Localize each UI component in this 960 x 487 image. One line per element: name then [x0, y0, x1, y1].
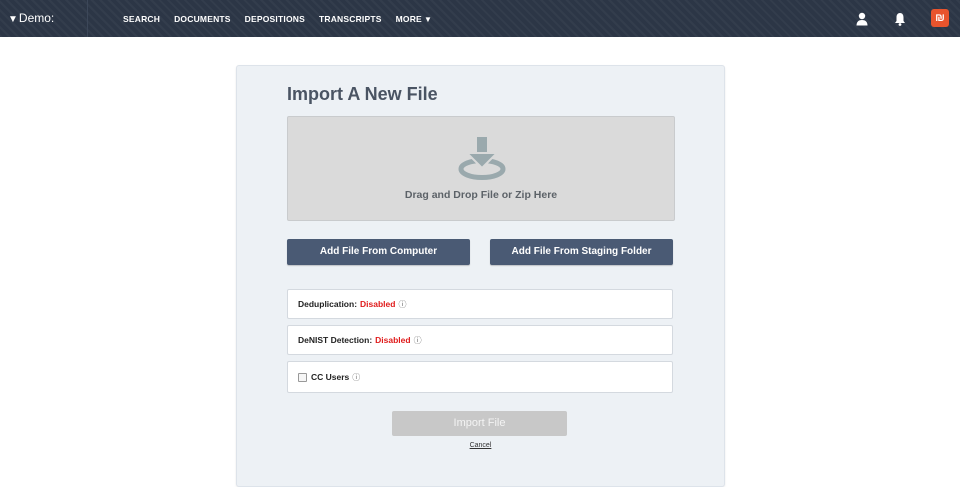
- download-tray-icon: [458, 137, 506, 180]
- add-file-from-staging-button[interactable]: Add File From Staging Folder: [490, 239, 673, 265]
- nav-more[interactable]: MORE ▼: [396, 14, 432, 24]
- cc-users-checkbox[interactable]: [298, 372, 307, 382]
- top-nav-bar: ▼Demo: Enron SEARCH DOCUMENTS DEPOSITION…: [0, 0, 960, 63]
- cc-users-option: CC Users ⓘ: [287, 361, 673, 393]
- caret-down-icon: ▼: [8, 14, 18, 25]
- file-dropzone[interactable]: Drag and Drop File or Zip Here: [287, 116, 675, 221]
- denist-status: Disabled: [375, 335, 411, 345]
- bell-icon[interactable]: [892, 11, 908, 27]
- dropzone-text: Drag and Drop File or Zip Here: [404, 189, 558, 201]
- project-selector[interactable]: ▼Demo: Enron: [0, 0, 88, 63]
- nav-search[interactable]: SEARCH: [123, 14, 160, 24]
- import-file-button[interactable]: Import File: [392, 411, 567, 436]
- cc-users-label: CC Users: [311, 372, 350, 382]
- denist-option: DeNIST Detection: Disabled ⓘ: [287, 325, 673, 355]
- cancel-link[interactable]: Cancel: [237, 442, 724, 449]
- denist-label: DeNIST Detection:: [298, 335, 373, 345]
- info-icon[interactable]: ⓘ: [352, 372, 360, 383]
- user-icon[interactable]: [854, 11, 870, 27]
- main-nav: SEARCH DOCUMENTS DEPOSITIONS TRANSCRIPTS…: [123, 0, 446, 37]
- nav-more-label: MORE: [395, 13, 422, 24]
- nav-depositions[interactable]: DEPOSITIONS: [245, 14, 305, 24]
- caret-down-icon: ▼: [423, 14, 433, 24]
- nav-transcripts[interactable]: TRANSCRIPTS: [319, 14, 382, 24]
- deduplication-label: Deduplication:: [298, 299, 358, 309]
- nav-documents[interactable]: DOCUMENTS: [174, 14, 231, 24]
- brand-logo-icon[interactable]: ₪: [931, 9, 949, 27]
- info-icon[interactable]: ⓘ: [414, 335, 422, 346]
- import-card: Import A New File Drag and Drop File or …: [236, 65, 725, 487]
- page-title: Import A New File: [287, 84, 438, 104]
- deduplication-status: Disabled: [360, 299, 396, 309]
- add-file-from-computer-button[interactable]: Add File From Computer: [287, 239, 470, 265]
- deduplication-option: Deduplication: Disabled ⓘ: [287, 289, 673, 319]
- info-icon[interactable]: ⓘ: [398, 299, 406, 310]
